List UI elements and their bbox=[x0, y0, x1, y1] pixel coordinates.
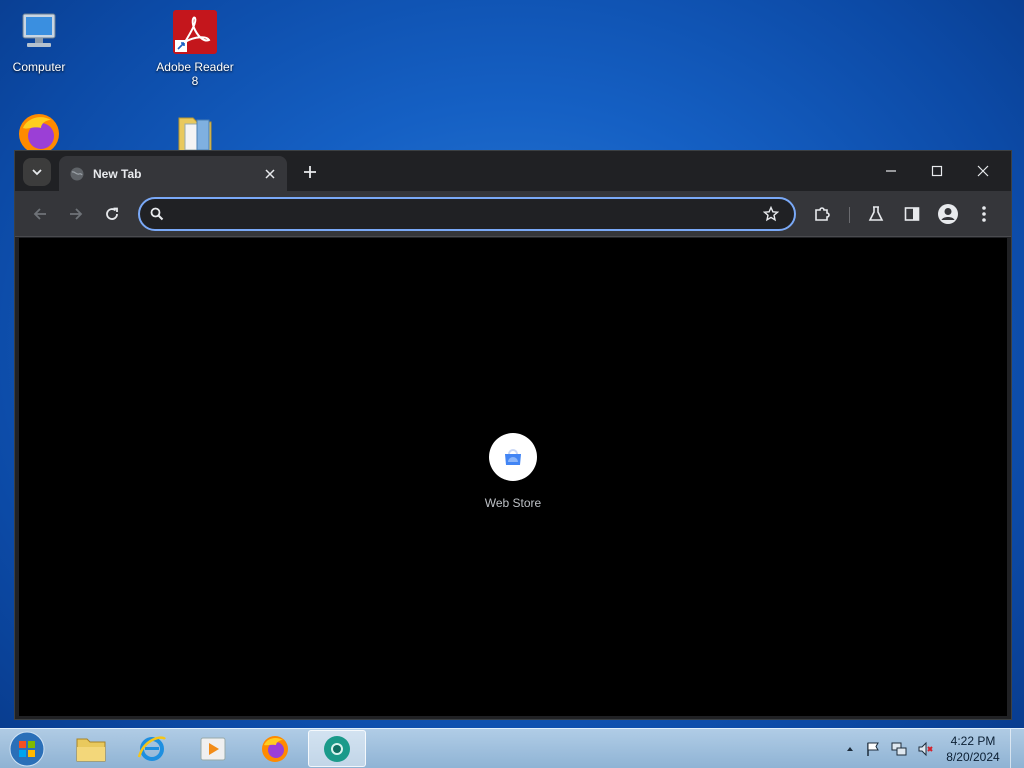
taskbar: 4:22 PM 8/20/2024 bbox=[0, 728, 1024, 768]
taskbar-chrome[interactable] bbox=[308, 730, 366, 767]
reload-button[interactable] bbox=[97, 199, 127, 229]
puzzle-icon bbox=[815, 207, 830, 221]
arrow-left-icon bbox=[33, 208, 46, 220]
tab-title: New Tab bbox=[93, 166, 142, 181]
web-store-icon-circle bbox=[489, 433, 537, 481]
chrome-icon bbox=[324, 735, 350, 762]
system-tray bbox=[840, 729, 940, 768]
extensions-button[interactable] bbox=[807, 199, 837, 229]
new-tab-button[interactable] bbox=[299, 161, 321, 183]
maximize-icon bbox=[931, 165, 943, 177]
chrome-window: New Tab Web Store bbox=[14, 150, 1012, 720]
maximize-button[interactable] bbox=[917, 157, 957, 185]
address-bar[interactable] bbox=[138, 197, 796, 231]
address-input[interactable] bbox=[174, 206, 758, 222]
minimize-icon bbox=[886, 170, 896, 172]
more-vertical-icon bbox=[982, 206, 986, 222]
shortcut-web-store[interactable]: Web Store bbox=[463, 433, 563, 510]
reload-icon bbox=[106, 207, 118, 220]
chrome-menu-button[interactable] bbox=[969, 199, 999, 229]
side-panel-icon bbox=[904, 207, 920, 221]
bookmark-star-button[interactable] bbox=[758, 201, 784, 227]
clock-date: 8/20/2024 bbox=[946, 750, 1000, 764]
close-icon bbox=[265, 168, 275, 179]
taskbar-firefox[interactable] bbox=[246, 730, 304, 767]
internet-explorer-icon bbox=[137, 735, 166, 761]
desktop-icon-label: Computer bbox=[12, 60, 66, 74]
arrow-right-icon bbox=[70, 208, 83, 220]
new-tab-page: Web Store bbox=[19, 238, 1007, 716]
side-panel-button[interactable] bbox=[897, 199, 927, 229]
tab-strip: New Tab bbox=[15, 151, 1011, 191]
search-icon bbox=[150, 207, 164, 221]
browser-toolbar bbox=[15, 191, 1011, 265]
network-icon[interactable] bbox=[891, 741, 907, 757]
back-button[interactable] bbox=[25, 199, 55, 229]
plus-icon bbox=[304, 166, 316, 178]
profile-button[interactable] bbox=[933, 199, 963, 229]
adobe-reader-icon bbox=[171, 8, 219, 56]
start-button[interactable] bbox=[6, 729, 48, 768]
profile-avatar-icon bbox=[938, 204, 958, 224]
shortcut-label: Web Store bbox=[484, 496, 542, 510]
firefox-icon bbox=[262, 735, 288, 762]
taskbar-internet-explorer[interactable] bbox=[123, 730, 181, 767]
close-icon bbox=[977, 165, 989, 177]
tab-search-button[interactable] bbox=[23, 158, 51, 186]
taskbar-windows-explorer[interactable] bbox=[62, 730, 120, 767]
windows-start-icon bbox=[9, 731, 45, 767]
desktop-icon-adobe-reader[interactable]: Adobe Reader 8 bbox=[153, 8, 237, 88]
flask-icon bbox=[868, 206, 884, 221]
tab-new-tab[interactable]: New Tab bbox=[59, 156, 287, 191]
minimize-button[interactable] bbox=[871, 157, 911, 185]
toolbar-separator bbox=[849, 207, 850, 223]
taskbar-media-player[interactable] bbox=[184, 730, 242, 767]
desktop-icon-label: Adobe Reader 8 bbox=[156, 60, 234, 88]
globe-icon bbox=[70, 167, 84, 180]
show-desktop-button[interactable] bbox=[1010, 729, 1024, 768]
star-icon bbox=[763, 206, 779, 222]
clock-time: 4:22 PM bbox=[950, 734, 996, 748]
media-player-icon bbox=[200, 737, 226, 760]
desktop-icon-computer[interactable]: Computer bbox=[0, 8, 81, 74]
show-hidden-icons-icon[interactable] bbox=[845, 744, 855, 754]
labs-button[interactable] bbox=[861, 199, 891, 229]
tab-close-button[interactable] bbox=[261, 165, 279, 183]
web-store-icon bbox=[505, 449, 521, 465]
forward-button[interactable] bbox=[61, 199, 91, 229]
action-center-flag-icon[interactable] bbox=[865, 741, 881, 757]
close-window-button[interactable] bbox=[963, 157, 1003, 185]
taskbar-clock[interactable]: 4:22 PM 8/20/2024 bbox=[940, 733, 1006, 765]
volume-muted-icon[interactable] bbox=[917, 741, 935, 757]
chevron-down-icon bbox=[32, 169, 42, 176]
folder-icon bbox=[76, 738, 106, 761]
computer-icon bbox=[15, 8, 63, 56]
